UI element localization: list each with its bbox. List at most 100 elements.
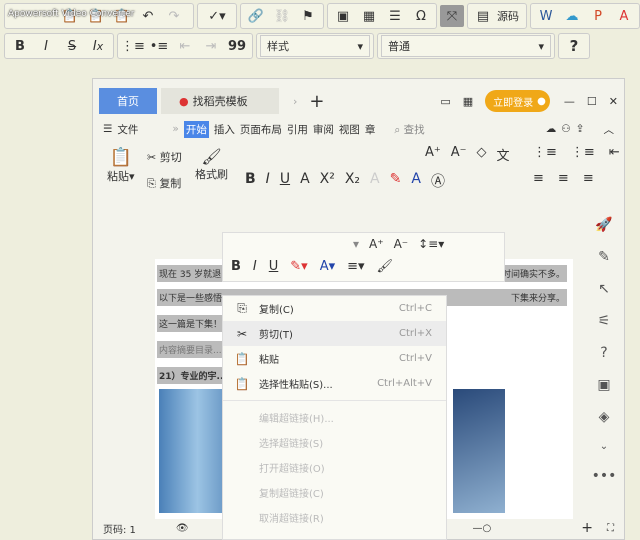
menu-layout[interactable]: 页面布局 bbox=[240, 122, 282, 137]
context-menu-item[interactable]: 复制超链接(C) bbox=[223, 480, 446, 505]
shrink-font-icon[interactable]: A⁻ bbox=[394, 237, 409, 251]
italic-icon[interactable]: I bbox=[253, 259, 257, 274]
underline-icon[interactable]: U bbox=[269, 259, 279, 274]
cloud-icon[interactable]: ☁ bbox=[546, 123, 557, 135]
pinyin-icon[interactable]: 文 bbox=[497, 145, 510, 164]
superscript-icon[interactable]: X² bbox=[320, 171, 335, 191]
upload-icon[interactable]: ⇪ bbox=[576, 123, 585, 135]
underline-icon[interactable]: U bbox=[280, 171, 290, 191]
indent-icon[interactable]: ⇥ bbox=[199, 35, 223, 57]
menu-start[interactable]: 开始 bbox=[183, 120, 209, 138]
document-image[interactable] bbox=[159, 389, 223, 513]
spellcheck-icon[interactable]: ✓▾ bbox=[201, 5, 233, 27]
menu-file[interactable]: 文件 bbox=[117, 122, 138, 137]
link-icon[interactable]: 🔗 bbox=[244, 5, 268, 27]
menu-chapter[interactable]: 章 bbox=[365, 122, 376, 137]
line-spacing-icon[interactable]: ↕≡▾ bbox=[418, 237, 444, 251]
shrink-font-icon[interactable]: A⁻ bbox=[451, 145, 467, 164]
context-menu-item[interactable]: 打开超链接(O) bbox=[223, 455, 446, 480]
align-left-icon[interactable]: ≡ bbox=[533, 171, 544, 186]
context-menu-item[interactable]: 📋 选择性粘贴(S)... Ctrl+Alt+V bbox=[223, 371, 446, 396]
select-icon[interactable]: ↖ bbox=[598, 281, 610, 297]
char-border-icon[interactable]: Ⓐ bbox=[431, 171, 445, 191]
indent-icon[interactable]: ⇤ bbox=[609, 145, 620, 160]
format-painter-icon[interactable]: 🖌 bbox=[377, 259, 394, 274]
align-center-icon[interactable]: ≡ bbox=[558, 171, 569, 186]
maximize-icon[interactable]: ⤧ bbox=[440, 5, 464, 27]
font-color-icon[interactable]: A▾ bbox=[320, 259, 335, 274]
zoom-slider[interactable]: —○ bbox=[473, 523, 492, 534]
chevron-right-icon[interactable]: › bbox=[293, 95, 297, 108]
more-icon[interactable]: ••• bbox=[592, 468, 617, 484]
table-icon[interactable]: ▦ bbox=[357, 5, 381, 27]
font-effect-icon[interactable]: A bbox=[300, 171, 310, 191]
minimize-button[interactable]: — bbox=[564, 95, 575, 108]
fullscreen-icon[interactable]: ⛶ bbox=[607, 523, 614, 534]
word-icon[interactable]: W bbox=[534, 5, 558, 27]
styles-select[interactable]: 样式 ▾ bbox=[260, 35, 370, 57]
chevron-down-icon[interactable]: ⌄ bbox=[600, 441, 608, 452]
numbered-list-icon[interactable]: ⋮≡ bbox=[121, 35, 145, 57]
format-painter-button[interactable]: 🖌 格式刷 bbox=[195, 147, 228, 182]
paste-text-icon[interactable]: 📋 bbox=[84, 5, 108, 27]
clear-format-icon[interactable]: ◇ bbox=[477, 145, 487, 164]
context-menu-item[interactable]: 📋 粘贴 Ctrl+V bbox=[223, 346, 446, 371]
context-menu-item[interactable]: 编辑超链接(H)... bbox=[223, 405, 446, 430]
close-button[interactable]: ✕ bbox=[609, 95, 618, 108]
pen-icon[interactable]: ✎ bbox=[598, 249, 610, 265]
menu-icon[interactable]: ☰ bbox=[103, 123, 112, 135]
blockquote-icon[interactable]: 99 bbox=[225, 35, 249, 57]
highlight-icon[interactable]: ✎ bbox=[390, 171, 402, 191]
grid-icon[interactable]: ▦ bbox=[463, 95, 473, 108]
help-icon[interactable]: ? bbox=[600, 345, 607, 361]
menu-references[interactable]: 引用 bbox=[287, 122, 308, 137]
bold-icon[interactable]: B bbox=[231, 259, 241, 274]
source-button[interactable]: 源码 bbox=[497, 8, 523, 24]
tab-home[interactable]: 首页 bbox=[99, 88, 157, 114]
image-icon[interactable]: ▣ bbox=[331, 5, 355, 27]
italic-icon[interactable]: I bbox=[34, 35, 58, 57]
context-menu-item[interactable]: ✂ 剪切(T) Ctrl+X bbox=[223, 321, 446, 346]
numbered-list-icon[interactable]: ⋮≡ bbox=[571, 145, 595, 160]
horizontal-rule-icon[interactable]: ☰ bbox=[383, 5, 407, 27]
remove-format-icon[interactable]: Ix bbox=[86, 35, 110, 57]
paste-word-icon[interactable]: 📋 bbox=[110, 5, 134, 27]
align-icon[interactable]: ≡▾ bbox=[347, 259, 364, 274]
adjust-icon[interactable]: ⚟ bbox=[598, 313, 611, 329]
cut-button[interactable]: ✂ 剪切 bbox=[147, 149, 182, 165]
bold-icon[interactable]: B bbox=[8, 35, 32, 57]
highlight-icon[interactable]: ✎▾ bbox=[290, 259, 307, 274]
image-tool-icon[interactable]: ▣ bbox=[597, 377, 610, 393]
italic-icon[interactable]: I bbox=[266, 171, 270, 191]
menu-view[interactable]: 视图 bbox=[339, 122, 360, 137]
collapse-icon[interactable]: ︿ bbox=[604, 122, 615, 137]
maximize-button[interactable]: ☐ bbox=[587, 95, 597, 108]
paste-button[interactable]: 📋 粘贴▾ bbox=[107, 147, 135, 184]
bold-icon[interactable]: B bbox=[245, 171, 256, 191]
menu-review[interactable]: 审阅 bbox=[313, 122, 334, 137]
undo-icon[interactable]: ↶ bbox=[136, 5, 160, 27]
layout-icon[interactable]: ▭ bbox=[440, 95, 450, 108]
source-icon[interactable]: ▤ bbox=[471, 5, 495, 27]
special-char-icon[interactable]: Ω bbox=[409, 5, 433, 27]
context-menu-item[interactable]: ⎘ 复制(C) Ctrl+C bbox=[223, 296, 446, 321]
context-menu-item[interactable]: 选择超链接(S) bbox=[223, 430, 446, 455]
subscript-icon[interactable]: X₂ bbox=[345, 171, 360, 191]
paste-icon[interactable]: 📋 bbox=[58, 5, 82, 27]
format-select[interactable]: 普通 ▾ bbox=[381, 35, 551, 57]
grow-font-icon[interactable]: A⁺ bbox=[425, 145, 441, 164]
share-icon[interactable]: ⚇ bbox=[561, 123, 570, 135]
font-color-icon[interactable]: A bbox=[411, 171, 421, 191]
rocket-icon[interactable]: 🚀 bbox=[595, 217, 612, 233]
eye-icon[interactable]: 👁 bbox=[176, 523, 189, 534]
ppt-icon[interactable]: P bbox=[586, 5, 610, 27]
cloud-icon[interactable]: ☁ bbox=[560, 5, 584, 27]
text-line[interactable]: 21）专业的宇... bbox=[157, 367, 229, 384]
context-menu-item[interactable]: 取消超链接(R) bbox=[223, 505, 446, 530]
text-line[interactable]: 这一篇是下集！ bbox=[157, 315, 225, 332]
grow-font-icon[interactable]: A⁺ bbox=[369, 237, 384, 251]
search-field[interactable]: ⌕ 查找 bbox=[394, 122, 424, 137]
copy-button[interactable]: ⎘ 复制 bbox=[147, 175, 181, 191]
redo-icon[interactable]: ↷ bbox=[162, 5, 186, 27]
location-icon[interactable]: ◈ bbox=[599, 409, 610, 425]
